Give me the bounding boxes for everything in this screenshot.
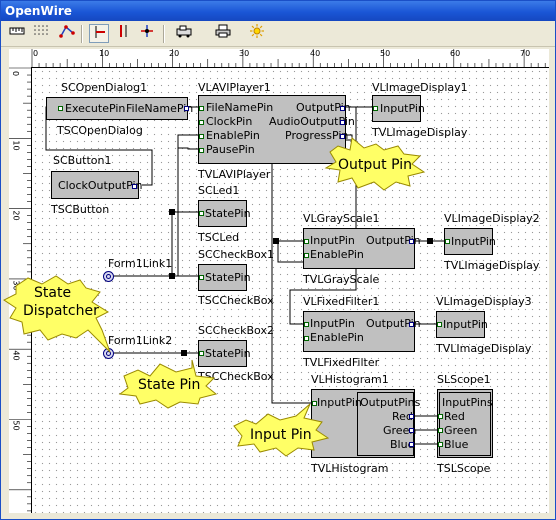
callout-label: State: [34, 285, 72, 301]
callout-label: State Pin: [138, 377, 201, 393]
callout-label: Output Pin: [338, 157, 412, 173]
callout-label: Dispatcher: [23, 303, 99, 319]
callout-label: Input Pin: [250, 427, 312, 443]
